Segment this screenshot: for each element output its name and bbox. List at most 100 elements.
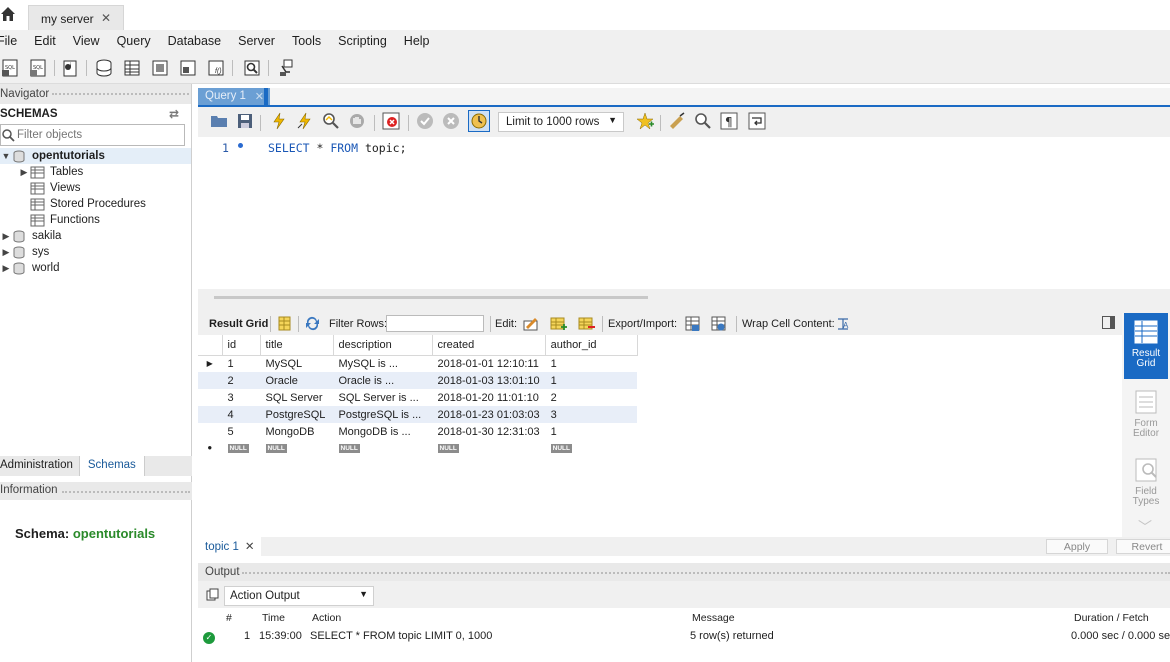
table-cell[interactable]: PostgreSQL is ...	[333, 406, 432, 423]
table-row[interactable]: 5 MongoDB MongoDB is ... 2018-01-30 12:31:0…	[198, 423, 637, 440]
table-cell[interactable]: 1	[545, 372, 638, 389]
row-marker[interactable]	[198, 389, 222, 406]
field-types-button[interactable]: Field Types	[1124, 451, 1168, 517]
tree-item-views[interactable]: Views	[0, 180, 191, 196]
connection-tab[interactable]: my server ✕	[28, 5, 124, 30]
inspector-icon[interactable]: i	[60, 58, 80, 78]
close-icon[interactable]: ✕	[245, 541, 255, 553]
open-folder-icon[interactable]	[210, 112, 228, 130]
output-type-select[interactable]: Action Output ▼	[224, 586, 374, 606]
table-cell[interactable]: 3	[222, 389, 260, 406]
refresh-icon[interactable]: ⇄	[169, 107, 179, 121]
table-cell[interactable]: 2018-01-01 12:10:11	[432, 355, 545, 372]
create-table-icon[interactable]	[122, 58, 142, 78]
result-grid-label[interactable]: Result Grid	[209, 318, 268, 330]
table-cell[interactable]: 2018-01-20 11:01:10	[432, 389, 545, 406]
stop-icon[interactable]	[348, 112, 366, 130]
table-cell[interactable]: 1	[222, 355, 260, 372]
close-icon[interactable]: ✕	[255, 90, 264, 103]
column-header-description[interactable]: description	[333, 335, 433, 356]
table-cell[interactable]: 4	[222, 406, 260, 423]
autocommit-toggle-icon[interactable]	[468, 110, 490, 132]
execute-current-icon[interactable]	[296, 112, 314, 130]
result-grid-button[interactable]: Result Grid	[1124, 313, 1168, 379]
table-cell[interactable]: MySQL	[260, 355, 333, 372]
chevron-right-icon[interactable]: ▶	[0, 263, 12, 274]
column-header-title[interactable]: title	[260, 335, 334, 356]
table-cell[interactable]: 2018-01-23 01:03:03	[432, 406, 546, 423]
tab-administration[interactable]: Administration	[0, 456, 79, 476]
table-cell[interactable]: 2018-01-03 13:01:10	[432, 372, 546, 389]
row-marker[interactable]	[198, 372, 222, 389]
menu-file[interactable]: File	[0, 34, 25, 48]
create-procedure-icon[interactable]	[178, 58, 198, 78]
table-cell[interactable]: 5	[222, 423, 260, 440]
row-marker[interactable]	[198, 406, 222, 423]
copy-icon[interactable]	[206, 588, 219, 601]
filter-rows-input[interactable]	[386, 315, 484, 332]
search-table-data-icon[interactable]	[242, 58, 262, 78]
table-cell[interactable]: MongoDB	[260, 423, 333, 440]
null-cell[interactable]: NULL	[333, 440, 432, 454]
open-sql-script-icon[interactable]: SQL	[28, 58, 48, 78]
filter-objects-field[interactable]	[0, 124, 185, 146]
export-icon[interactable]	[684, 315, 701, 332]
explain-icon[interactable]	[322, 112, 340, 130]
chevron-right-icon[interactable]: ▶	[18, 167, 30, 178]
null-cell[interactable]: NULL	[260, 440, 333, 454]
chevron-right-icon[interactable]: ▶	[0, 231, 12, 242]
close-icon[interactable]: ✕	[101, 11, 111, 25]
new-row[interactable]: ● NULL NULL NULL NULL NULL	[198, 440, 637, 454]
apply-button[interactable]: Apply	[1046, 539, 1108, 554]
table-cell[interactable]: Oracle is ...	[333, 372, 432, 389]
sql-editor[interactable]: 1 SELECT * FROM topic;	[198, 137, 1170, 289]
editor-splitter[interactable]	[198, 289, 1170, 313]
invisible-chars-icon[interactable]: ¶	[720, 112, 738, 130]
create-function-icon[interactable]: f()	[206, 58, 226, 78]
table-row[interactable]: ▶ 1 MySQL MySQL is ... 2018-01-01 12:10:11 1	[198, 355, 637, 372]
table-cell[interactable]: PostgreSQL	[260, 406, 333, 423]
create-schema-icon[interactable]	[94, 58, 114, 78]
import-icon[interactable]	[710, 315, 727, 332]
current-row-arrow-icon[interactable]: ▶	[198, 355, 222, 372]
tree-item-sys[interactable]: ▶ sys	[0, 244, 191, 260]
tree-item-functions[interactable]: Functions	[0, 212, 191, 228]
table-cell[interactable]: 1	[545, 423, 637, 440]
wrap-lines-icon[interactable]	[748, 112, 766, 130]
chevron-down-icon[interactable]: ﹀	[1138, 517, 1152, 537]
toggle-stop-on-error-icon[interactable]	[382, 112, 400, 130]
result-tab[interactable]: topic 1 ✕	[198, 537, 261, 556]
add-snippet-icon[interactable]	[636, 112, 654, 130]
table-cell[interactable]: 2	[545, 389, 637, 406]
revert-button[interactable]: Revert	[1116, 539, 1170, 554]
delete-row-icon[interactable]	[578, 315, 595, 332]
chevron-right-icon[interactable]: ▶	[0, 247, 12, 258]
table-cell[interactable]: 2	[222, 372, 260, 389]
horizontal-scrollbar[interactable]	[214, 296, 648, 299]
wrap-cell-icon[interactable]: A	[835, 315, 852, 332]
null-cell[interactable]: NULL	[545, 440, 637, 454]
new-sql-tab-icon[interactable]: SQL	[0, 58, 20, 78]
table-cell[interactable]: MySQL is ...	[333, 355, 432, 372]
form-editor-button[interactable]: Form Editor	[1124, 383, 1168, 449]
create-view-icon[interactable]	[150, 58, 170, 78]
null-cell[interactable]: NULL	[222, 440, 260, 454]
column-header-created[interactable]: created	[432, 335, 546, 356]
null-cell[interactable]: NULL	[432, 440, 545, 454]
menu-database[interactable]: Database	[168, 34, 230, 48]
menu-server[interactable]: Server	[238, 34, 283, 48]
table-row[interactable]: 2 Oracle Oracle is ... 2018-01-03 13:01:10 1	[198, 372, 638, 389]
filter-objects-input[interactable]	[17, 129, 177, 141]
limit-rows-select[interactable]: Limit to 1000 rows ▼	[498, 112, 624, 132]
find-icon[interactable]	[694, 112, 712, 130]
grid-layout-icon[interactable]	[276, 315, 293, 332]
column-header-author-id[interactable]: author_id	[545, 335, 638, 356]
chevron-down-icon[interactable]: ▼	[0, 151, 12, 161]
menu-view[interactable]: View	[73, 34, 108, 48]
table-cell[interactable]: 3	[545, 406, 638, 423]
column-header-id[interactable]: id	[222, 335, 261, 356]
table-cell[interactable]: Oracle	[260, 372, 333, 389]
tree-item-sakila[interactable]: ▶ sakila	[0, 228, 191, 244]
tree-item-opentutorials[interactable]: ▼ opentutorials	[0, 148, 191, 164]
refresh-icon[interactable]	[304, 315, 321, 332]
